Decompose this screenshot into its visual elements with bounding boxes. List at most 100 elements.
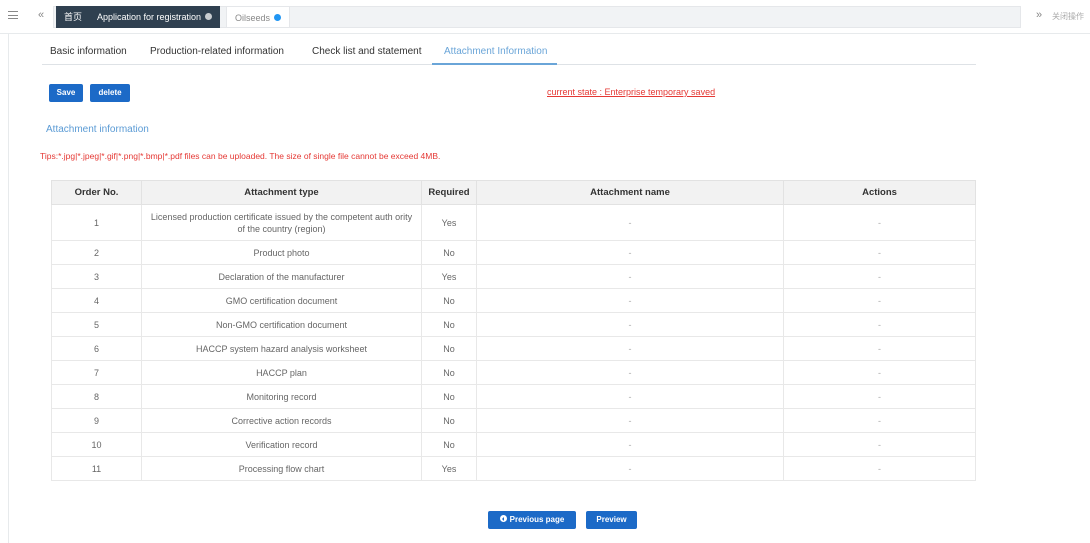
cell-required: No (421, 240, 477, 265)
table-row: 11 Processing flow chart Yes - - (51, 456, 976, 481)
table-row: 9 Corrective action records No - - (51, 408, 976, 433)
tab-production-related-information[interactable]: Production-related information (150, 46, 284, 57)
cell-actions: - (783, 384, 976, 409)
save-button[interactable]: Save (49, 84, 83, 102)
table-row: 7 HACCP plan No - - (51, 360, 976, 385)
cell-order-no: 5 (51, 312, 142, 337)
cell-required: Yes (421, 264, 477, 289)
cell-actions: - (783, 360, 976, 385)
table-header-row: Order No. Attachment type Required Attac… (51, 180, 976, 205)
tab-home-label: 首页 (64, 12, 83, 22)
cell-attachment-type: Licensed production certificate issued b… (141, 204, 422, 241)
cell-required: No (421, 312, 477, 337)
cell-actions: - (783, 240, 976, 265)
cell-attachment-type: GMO certification document (141, 288, 422, 313)
header-required: Required (421, 180, 477, 205)
delete-button[interactable]: delete (90, 84, 130, 102)
cell-actions: - (783, 264, 976, 289)
preview-button[interactable]: Preview (586, 511, 637, 529)
cell-attachment-type: HACCP plan (141, 360, 422, 385)
table-row: 6 HACCP system hazard analysis worksheet… (51, 336, 976, 361)
table-row: 4 GMO certification document No - - (51, 288, 976, 313)
cell-attachment-type: HACCP system hazard analysis worksheet (141, 336, 422, 361)
cell-actions: - (783, 408, 976, 433)
cell-attachment-name: - (476, 384, 784, 409)
close-tab-icon[interactable] (205, 13, 213, 21)
hamburger-menu-icon[interactable] (8, 11, 18, 19)
tab-basic-information[interactable]: Basic information (50, 46, 127, 57)
cell-attachment-name: - (476, 456, 784, 481)
top-tab-bar: « 首页 Application for registration Oilsee… (0, 0, 1090, 34)
cell-order-no: 3 (51, 264, 142, 289)
cell-attachment-type: Corrective action records (141, 408, 422, 433)
cell-attachment-name: - (476, 264, 784, 289)
previous-page-label: Previous page (509, 515, 565, 524)
cell-order-no: 10 (51, 432, 142, 457)
table-row: 8 Monitoring record No - - (51, 384, 976, 409)
cell-actions: - (783, 312, 976, 337)
tab-application-for-registration[interactable]: Application for registration (89, 6, 221, 28)
cell-actions: - (783, 432, 976, 457)
cell-order-no: 1 (51, 204, 142, 241)
upload-tips: Tips:*.jpg|*.jpeg|*.gif|*.png|*.bmp|*.pd… (40, 151, 441, 161)
tab-label: Application for registration (97, 12, 202, 22)
cell-required: No (421, 336, 477, 361)
cell-attachment-name: - (476, 432, 784, 457)
cell-attachment-type: Monitoring record (141, 384, 422, 409)
cell-attachment-name: - (476, 336, 784, 361)
table-row: 3 Declaration of the manufacturer Yes - … (51, 264, 976, 289)
tab-attachment-information[interactable]: Attachment Information (444, 46, 547, 57)
tab-label: Oilseeds (235, 13, 271, 23)
cell-required: No (421, 384, 477, 409)
close-operations-button[interactable]: 关闭操作 (1052, 11, 1084, 22)
tab-oilseeds[interactable]: Oilseeds (226, 6, 291, 28)
cell-attachment-type: Product photo (141, 240, 422, 265)
header-actions: Actions (783, 180, 976, 205)
cell-required: No (421, 408, 477, 433)
tab-check-list-and-statement[interactable]: Check list and statement (312, 46, 422, 57)
cell-order-no: 7 (51, 360, 142, 385)
cell-attachment-type: Verification record (141, 432, 422, 457)
cell-order-no: 8 (51, 384, 142, 409)
cell-required: No (421, 288, 477, 313)
cell-required: No (421, 432, 477, 457)
sub-tabs: Basic information Production-related inf… (42, 40, 976, 65)
attachment-table: Order No. Attachment type Required Attac… (51, 180, 976, 481)
cell-required: Yes (421, 204, 477, 241)
left-border (8, 34, 9, 543)
double-chevron-left-icon[interactable]: « (34, 8, 48, 22)
close-tab-icon[interactable] (274, 14, 282, 22)
cell-attachment-name: - (476, 204, 784, 241)
cell-attachment-type: Non-GMO certification document (141, 312, 422, 337)
cell-attachment-type: Processing flow chart (141, 456, 422, 481)
cell-order-no: 2 (51, 240, 142, 265)
table-row: 1 Licensed production certificate issued… (51, 204, 976, 241)
header-attachment-type: Attachment type (141, 180, 422, 205)
tab-home[interactable]: 首页 (56, 6, 91, 28)
cell-order-no: 4 (51, 288, 142, 313)
table-row: 10 Verification record No - - (51, 432, 976, 457)
cell-order-no: 9 (51, 408, 142, 433)
cell-attachment-name: - (476, 288, 784, 313)
arrow-left-circle-icon (499, 515, 507, 522)
cell-attachment-name: - (476, 312, 784, 337)
cell-attachment-name: - (476, 240, 784, 265)
header-order-no: Order No. (51, 180, 142, 205)
cell-attachment-type: Declaration of the manufacturer (141, 264, 422, 289)
table-row: 2 Product photo No - - (51, 240, 976, 265)
section-title: Attachment information (46, 124, 149, 135)
active-tab-indicator (432, 63, 557, 65)
cell-required: No (421, 360, 477, 385)
table-row: 5 Non-GMO certification document No - - (51, 312, 976, 337)
previous-page-button[interactable]: Previous page (488, 511, 576, 529)
cell-required: Yes (421, 456, 477, 481)
cell-actions: - (783, 336, 976, 361)
cell-order-no: 6 (51, 336, 142, 361)
header-attachment-name: Attachment name (476, 180, 784, 205)
cell-actions: - (783, 288, 976, 313)
current-state-text: current state : Enterprise temporary sav… (547, 87, 716, 97)
cell-order-no: 11 (51, 456, 142, 481)
cell-actions: - (783, 456, 976, 481)
cell-attachment-name: - (476, 408, 784, 433)
double-chevron-right-icon[interactable]: » (1032, 8, 1046, 22)
